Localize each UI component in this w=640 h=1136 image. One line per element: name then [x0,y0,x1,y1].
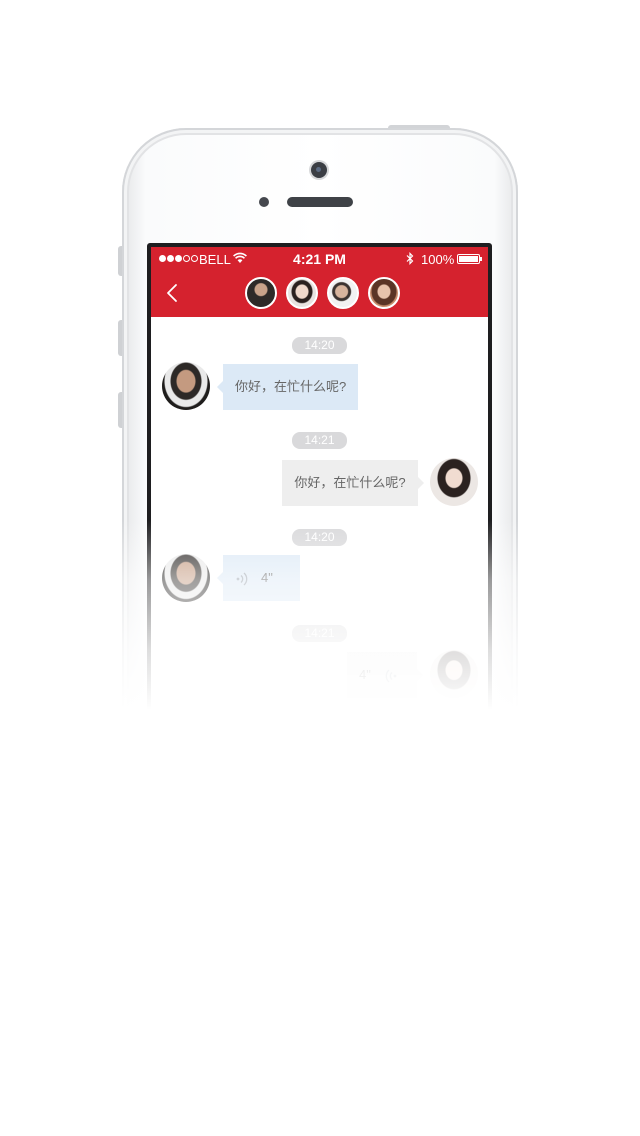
status-bar: BELL 4:21 PM 100% [151,247,488,271]
incoming-message-bubble[interactable]: 你好，在忙什么呢? [216,364,359,410]
participant-avatar-3[interactable] [327,277,359,309]
proximity-sensor [259,197,269,207]
chat-header: BELL 4:21 PM 100% [151,247,488,317]
message-timestamp: 14:21 [151,431,488,449]
voice-wave-icon [386,669,397,683]
participant-avatar-4[interactable] [368,277,400,309]
stage: BELL 4:21 PM 100% 14:20 你好，在忙什么呢? 14:21 … [0,0,640,1136]
voice-message-bubble[interactable]: 4" [347,652,423,698]
participant-avatars [151,277,488,309]
phone-screen: BELL 4:21 PM 100% 14:20 你好，在忙什么呢? 14:21 … [151,247,488,843]
voice-wave-icon [236,572,248,586]
participant-avatar-2[interactable] [286,277,318,309]
battery-percentage: 100% [421,252,455,267]
sender-avatar[interactable] [162,554,210,602]
outgoing-message-bubble[interactable]: 你好，在忙什么呢? [282,460,424,506]
my-avatar[interactable] [430,650,478,698]
participant-avatar-1[interactable] [245,277,277,309]
message-timestamp: 14:21 [151,624,488,642]
message-timestamp: 14:20 [151,528,488,546]
voice-message-bubble[interactable]: 4" [217,555,300,601]
front-camera-icon [311,162,327,178]
battery-icon [457,254,482,264]
bluetooth-icon [406,252,414,265]
message-timestamp: 14:20 [151,336,488,354]
sender-avatar[interactable] [162,362,210,410]
chat-area[interactable]: 14:20 你好，在忙什么呢? 14:21 你好，在忙什么呢? 14:20 4"… [151,317,488,843]
my-avatar[interactable] [430,458,478,506]
earpiece-speaker [287,197,353,207]
